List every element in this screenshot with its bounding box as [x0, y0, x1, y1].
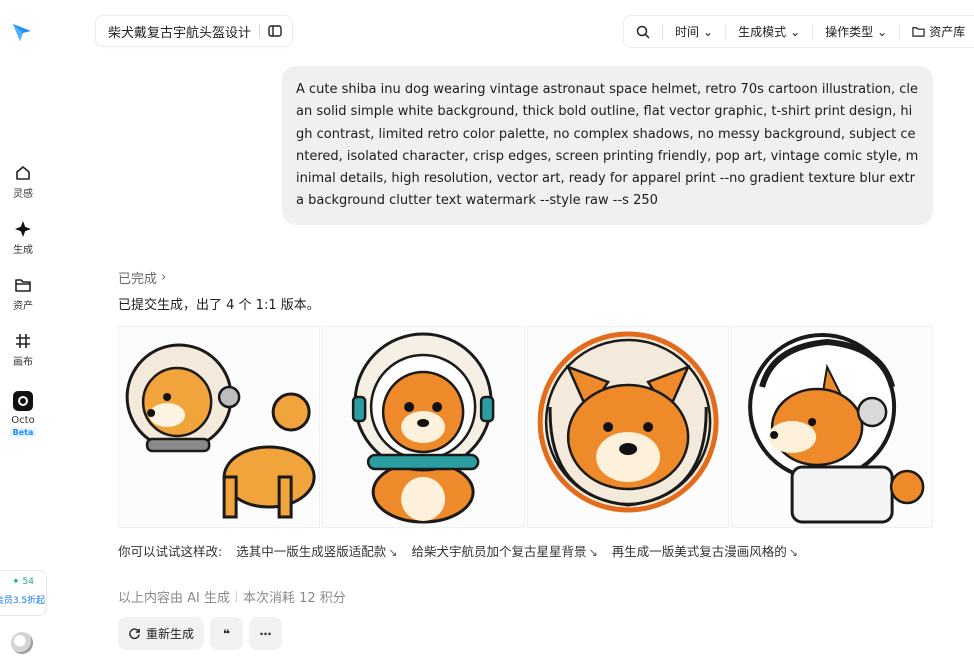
sidebar-item-label: Octo: [11, 415, 35, 426]
points-card[interactable]: ✦ 54 会员3.5折起: [0, 570, 47, 616]
sidebar-item-generate[interactable]: 生成: [0, 220, 46, 256]
filter-time-label: 时间: [675, 25, 700, 39]
generated-image-4[interactable]: [730, 326, 933, 528]
chevron-down-icon: ⌄: [790, 24, 801, 39]
more-icon: ⋯: [259, 626, 272, 641]
action-bar: 重新生成 ❝ ⋯: [118, 617, 283, 650]
generated-image-1[interactable]: [118, 326, 321, 528]
image-grid: [118, 326, 933, 528]
suggestions-label: 你可以试试这样改:: [118, 544, 223, 559]
suggestion-3[interactable]: 再生成一版美式复古漫画风格的 ↘: [612, 541, 798, 560]
beta-badge: Beta: [9, 428, 37, 437]
suggestion-text: 给柴犬宇航员加个复古星星背景: [411, 544, 587, 559]
suggestion-2[interactable]: 给柴犬宇航员加个复古星星背景 ↘: [411, 541, 597, 560]
shiba-astronaut-image: [125, 343, 316, 519]
chevron-down-icon: ⌄: [703, 24, 714, 39]
page-title[interactable]: 柴犬戴复古宇航头盔设计: [108, 22, 251, 41]
folder-icon: [15, 279, 31, 292]
quote-button[interactable]: ❝: [210, 617, 244, 650]
filter-bar: 时间 ⌄ 生成模式 ⌄ 操作类型 ⌄ 资产库: [623, 15, 974, 48]
arrow-down-right-icon: ↘: [588, 546, 598, 559]
suggestions-row: 你可以试试这样改: 选其中一版生成竖版适配款 ↘ 给柴犬宇航员加个复古星星背景 ↘ …: [118, 541, 798, 560]
status-label: 已完成: [118, 272, 158, 287]
shiba-astronaut-image: [352, 332, 495, 524]
arrow-down-right-icon: ↘: [788, 546, 798, 559]
sidebar-item-label: 生成: [13, 245, 33, 256]
status-toggle[interactable]: 已完成 ›: [118, 268, 166, 287]
sidebar-item-inspiration[interactable]: 灵感: [0, 164, 46, 200]
regenerate-button[interactable]: 重新生成: [118, 617, 205, 650]
credit-cost: 本次消耗 12 积分: [243, 591, 346, 606]
avatar[interactable]: [11, 632, 33, 654]
sidebar-toggle-icon[interactable]: [268, 24, 282, 38]
filter-mode-label: 生成模式: [738, 25, 787, 39]
sidebar-item-octo[interactable]: Octo Beta: [0, 391, 46, 438]
more-button[interactable]: ⋯: [249, 617, 283, 650]
chevron-right-icon: ›: [161, 270, 167, 285]
sidebar-item-label: 画布: [13, 357, 33, 368]
canvas-icon: [16, 334, 30, 348]
result-message: 已提交生成，出了 4 个 1:1 版本。: [118, 298, 320, 313]
filter-mode[interactable]: 生成模式 ⌄: [726, 23, 812, 40]
sidebar-item-assets[interactable]: 资产: [0, 276, 46, 312]
suggestion-text: 选其中一版生成竖版适配款: [236, 544, 387, 559]
sidebar-item-label: 灵感: [13, 189, 33, 200]
search-button[interactable]: [624, 25, 662, 39]
home-icon: [16, 166, 30, 180]
chevron-down-icon: ⌄: [877, 24, 888, 39]
suggestion-1[interactable]: 选其中一版生成竖版适配款 ↘: [236, 541, 397, 560]
sidebar: 灵感 生成 资产 画布 Octo Beta ✦ 54 会员3.5折起: [0, 0, 47, 660]
quote-icon: ❝: [222, 626, 231, 641]
diamond-icon: ✦: [12, 577, 20, 587]
conversation-title-pill: 柴犬戴复古宇航头盔设计: [95, 15, 294, 47]
points-count: 54: [22, 577, 34, 587]
vip-promo[interactable]: 会员3.5折起: [0, 593, 46, 606]
refresh-icon: [129, 628, 140, 640]
sparkle-icon: [15, 221, 31, 237]
user-prompt-bubble: A cute shiba inu dog wearing vintage ast…: [282, 66, 933, 225]
assets-library-button[interactable]: 资产库: [900, 23, 974, 40]
filter-op-type[interactable]: 操作类型 ⌄: [813, 23, 899, 40]
sidebar-item-label: 资产: [13, 301, 33, 312]
app-logo-icon[interactable]: [10, 20, 34, 44]
ai-note: 以上内容由 AI 生成: [118, 591, 230, 606]
sidebar-item-canvas[interactable]: 画布: [0, 332, 46, 368]
folder-icon: [912, 27, 925, 37]
octo-icon: [13, 391, 33, 411]
filter-time[interactable]: 时间 ⌄: [663, 23, 725, 40]
generated-image-3[interactable]: [526, 326, 729, 528]
generated-image-2[interactable]: [322, 326, 525, 528]
regenerate-label: 重新生成: [146, 627, 195, 641]
filter-op-type-label: 操作类型: [825, 25, 874, 39]
ai-disclaimer: 以上内容由 AI 生成 本次消耗 12 积分: [118, 587, 346, 606]
shiba-astronaut-image: [747, 333, 925, 524]
assets-library-label: 资产库: [929, 25, 966, 39]
search-icon: [636, 25, 650, 39]
shiba-astronaut-image: [537, 331, 719, 513]
suggestion-text: 再生成一版美式复古漫画风格的: [611, 544, 787, 559]
arrow-down-right-icon: ↘: [388, 546, 398, 559]
